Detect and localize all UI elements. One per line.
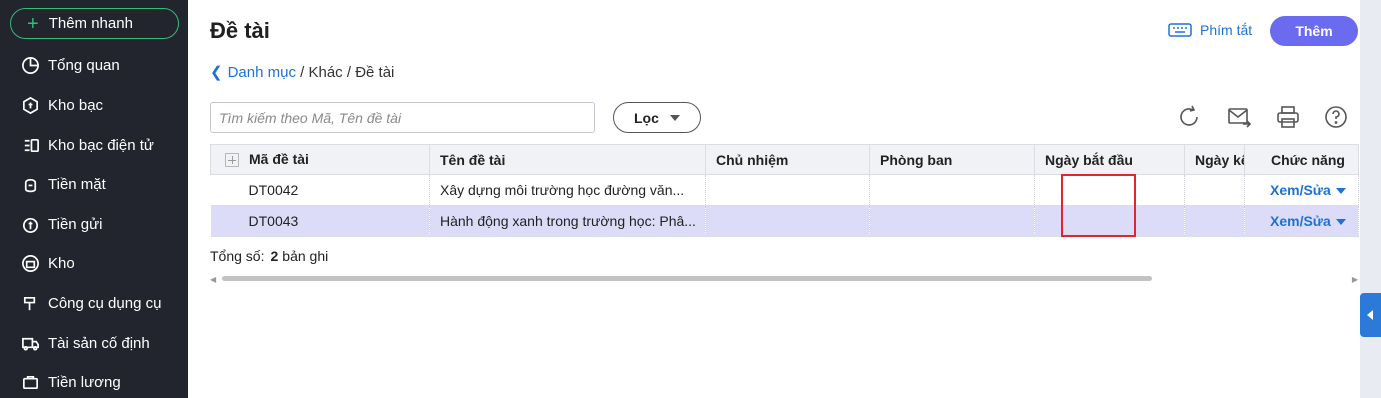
data-table: Mã đề tài Tên đề tài Chủ nhiệm Phòng ban…: [210, 144, 1359, 237]
refresh-icon[interactable]: [1176, 104, 1202, 130]
cell-dept: [869, 205, 1035, 237]
cell-code: DT0042: [210, 174, 430, 206]
sidebar-item-label: Kho bạc: [48, 96, 104, 114]
treasury-icon: [20, 95, 40, 115]
sidebar-item-label: Tiền gửi: [48, 215, 103, 233]
e-treasury-icon: [20, 135, 40, 155]
breadcrumb-mid: Khác: [308, 63, 343, 81]
cell-end-date: [1184, 205, 1245, 237]
total-label: Tổng số:: [210, 248, 265, 264]
cell-start-date: [1034, 205, 1185, 237]
sidebar-item-tools[interactable]: Công cụ dụng cụ: [0, 285, 188, 321]
shortcut-label: Phím tắt: [1200, 22, 1253, 38]
search-input[interactable]: Tìm kiếm theo Mã, Tên đề tài: [210, 102, 595, 133]
total-unit: bản ghi: [282, 248, 329, 264]
cell-start-date: [1034, 174, 1185, 206]
sidebar-item-label: Kho bạc điện tử: [48, 136, 154, 154]
cell-lead: [705, 174, 870, 206]
scroll-right-icon[interactable]: ▶: [1352, 275, 1358, 284]
help-icon[interactable]: [1323, 104, 1349, 130]
sidebar-item-label: Tài sản cố định: [48, 334, 150, 352]
scroll-left-icon[interactable]: ◀: [210, 275, 216, 284]
table-row[interactable]: DT0042 Xây dựng môi trường học đường văn…: [210, 174, 1359, 206]
shortcut-button[interactable]: Phím tắt: [1168, 22, 1252, 38]
keyboard-icon: [1168, 23, 1192, 37]
sidebar-item-deposit[interactable]: Tiền gửi: [0, 206, 188, 242]
pie-chart-icon: [20, 55, 40, 75]
sidebar-item-e-treasury[interactable]: Kho bạc điện tử: [0, 127, 188, 163]
breadcrumb-current: Đề tài: [355, 63, 395, 81]
column-header-lead[interactable]: Chủ nhiệm: [705, 144, 870, 175]
warehouse-icon: [20, 253, 40, 273]
filter-dropdown[interactable]: Lọc: [613, 102, 701, 133]
sidebar-item-fixed-assets[interactable]: Tài sản cố định: [0, 325, 188, 361]
breadcrumb-separator: /: [342, 63, 356, 81]
cash-icon: [20, 174, 40, 194]
breadcrumb: ❮ Danh mục / Khác / Đề tài: [210, 63, 395, 82]
column-header-end-date[interactable]: Ngày kế: [1184, 144, 1245, 175]
content-area: Tìm kiếm theo Mã, Tên đề tài Lọc Mã đề t…: [188, 92, 1360, 284]
send-mail-icon[interactable]: [1226, 104, 1252, 130]
total-count: 2: [270, 248, 279, 264]
view-edit-link[interactable]: Xem/Sửa: [1270, 182, 1331, 198]
sidebar-item-label: Tiền lương: [48, 373, 121, 391]
breadcrumb-root-link[interactable]: ❮ Danh mục: [210, 63, 296, 82]
salary-icon: [20, 372, 40, 392]
column-header-start-date[interactable]: Ngày bắt đầu: [1034, 144, 1185, 175]
cell-name: Xây dựng môi trường học đường văn...: [429, 174, 706, 206]
print-icon[interactable]: [1275, 104, 1301, 130]
quick-add-button[interactable]: + Thêm nhanh: [10, 8, 179, 39]
sidebar-item-label: Tổng quan: [48, 56, 120, 74]
sidebar-item-treasury[interactable]: Kho bạc: [0, 87, 188, 123]
caret-down-icon[interactable]: [1336, 219, 1346, 225]
page-title: Đề tài: [210, 18, 270, 43]
column-header-dept[interactable]: Phòng ban: [869, 144, 1035, 175]
expand-all-icon[interactable]: [225, 152, 239, 167]
add-button[interactable]: Thêm: [1270, 16, 1358, 46]
caret-down-icon: [670, 115, 680, 121]
main-panel: Đề tài Phím tắt Thêm ❮ Danh mục / Khác /…: [188, 0, 1360, 398]
side-panel-toggle[interactable]: [1360, 293, 1381, 337]
breadcrumb-root: Danh mục: [227, 63, 296, 81]
cell-name: Hành động xanh trong trường học: Phâ...: [429, 205, 706, 237]
sidebar-item-label: Tiền mặt: [48, 175, 106, 193]
filter-label: Lọc: [634, 109, 659, 126]
cell-lead: [705, 205, 870, 237]
sidebar-item-warehouse[interactable]: Kho: [0, 245, 188, 281]
table-header-row: Mã đề tài Tên đề tài Chủ nhiệm Phòng ban…: [210, 144, 1359, 175]
sidebar-item-label: Kho: [48, 254, 75, 272]
column-header-actions: Chức năng: [1244, 144, 1359, 175]
view-edit-link[interactable]: Xem/Sửa: [1270, 213, 1331, 229]
scrollbar-thumb[interactable]: [222, 276, 1152, 281]
quick-add-label: Thêm nhanh: [48, 15, 133, 32]
column-header-name[interactable]: Tên đề tài: [429, 144, 706, 175]
sidebar-item-overview[interactable]: Tổng quan: [0, 47, 188, 83]
sidebar-item-cash[interactable]: Tiền mặt: [0, 166, 188, 202]
plus-icon: +: [27, 12, 39, 35]
total-records: Tổng số: 2 bản ghi: [210, 248, 328, 264]
cell-end-date: [1184, 174, 1245, 206]
sidebar: + Thêm nhanh Tổng quan Kho bạc Kho bạc đ…: [0, 0, 188, 398]
cell-actions: Xem/Sửa: [1244, 174, 1359, 206]
truck-icon: [20, 333, 40, 353]
table-row[interactable]: DT0043 Hành động xanh trong trường học: …: [210, 205, 1359, 237]
chevron-left-icon: ❮: [210, 64, 223, 81]
breadcrumb-separator: /: [295, 63, 309, 81]
cell-actions: Xem/Sửa: [1244, 205, 1359, 237]
horizontal-scrollbar[interactable]: ◀ ▶: [210, 275, 1358, 284]
deposit-icon: [20, 214, 40, 234]
sidebar-item-salary[interactable]: Tiền lương: [0, 364, 188, 398]
cell-dept: [869, 174, 1035, 206]
column-header-code[interactable]: Mã đề tài: [210, 144, 430, 175]
tools-icon: [20, 293, 40, 313]
sidebar-item-label: Công cụ dụng cụ: [48, 294, 162, 312]
cell-code: DT0043: [210, 205, 430, 237]
caret-down-icon[interactable]: [1336, 188, 1346, 194]
